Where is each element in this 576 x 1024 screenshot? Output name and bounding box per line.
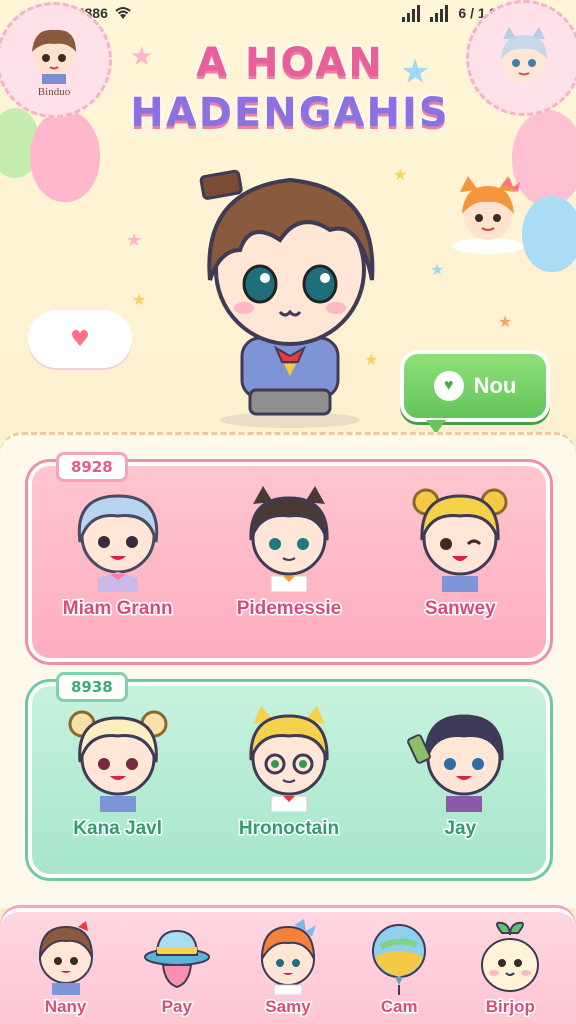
wifi-icon	[114, 6, 132, 20]
nav-item-samy[interactable]: Samy	[238, 919, 338, 1018]
balloon-decoration	[522, 196, 576, 272]
hero-boy-illustration	[199, 169, 375, 428]
member-name: Kana Javl	[72, 817, 164, 841]
fox-girl-avatar-icon	[452, 176, 524, 254]
star-icon: ★	[498, 312, 513, 331]
heart-icon: ♥	[70, 326, 90, 352]
group-tag: 8938	[56, 672, 128, 702]
group-card-mint: 8938 Kana Javl Hronoctain Jay	[28, 672, 550, 878]
nav-item-birjop[interactable]: Birjop	[460, 919, 560, 1018]
group-card-pink: 8928 Miam Grann Pidemessie Sanwey	[28, 452, 550, 662]
boy-avatar-icon	[32, 29, 76, 84]
member-row: Kana Javl Hronoctain Jay	[32, 702, 546, 841]
app-title: A HOAN HADENGAHIS	[120, 39, 460, 137]
balloon-decoration	[30, 110, 100, 202]
member-row: Miam Grann Pidemessie Sanwey	[32, 482, 546, 621]
star-icon: ★	[132, 290, 147, 309]
nav-label: Nany	[43, 996, 88, 1018]
girl-avatar-icon	[260, 919, 316, 995]
bottom-nav: Nany Pay Samy Cam Birjop	[0, 908, 576, 1024]
profile-avatar-left[interactable]: Binduo	[0, 2, 112, 118]
star-icon: ★	[126, 230, 143, 251]
profile-avatar-right[interactable]	[466, 0, 576, 116]
nav-label: Cam	[379, 996, 419, 1018]
sprout-creature-icon	[481, 921, 540, 992]
nav-label: Birjop	[484, 996, 536, 1018]
cat-boy-avatar-icon	[249, 486, 329, 592]
group-tag: 8928	[56, 452, 128, 482]
bear-ear-boy-avatar-icon	[412, 488, 508, 592]
member-card[interactable]: Kana Javl	[38, 702, 198, 841]
nav-item-nany[interactable]: Nany	[16, 919, 116, 1018]
balloon-icon	[372, 924, 427, 995]
hat-icon	[143, 929, 210, 989]
nav-item-pay[interactable]: Pay	[127, 919, 227, 1018]
blonde-bear-girl-avatar-icon	[68, 710, 168, 812]
title-line-2: HADENGAHIS	[129, 89, 450, 137]
glasses-cat-boy-avatar-icon	[249, 706, 329, 812]
now-button[interactable]: ♥ Nou	[400, 350, 550, 434]
nav-label: Pay	[160, 996, 193, 1018]
now-button-label: Nou	[473, 373, 517, 398]
member-name: Miam Grann	[61, 597, 174, 621]
title-line-1: A HOAN	[195, 39, 384, 87]
nav-item-cam[interactable]: Cam	[349, 919, 449, 1018]
heart-shield-icon: ♥	[433, 371, 464, 401]
hero-character[interactable]	[180, 150, 400, 430]
member-card[interactable]: Sanwey	[380, 482, 540, 621]
nav-label: Samy	[264, 996, 312, 1018]
signal-icon	[402, 4, 421, 22]
member-name: Pidemessie	[235, 597, 343, 621]
member-card[interactable]: Hronoctain	[209, 702, 369, 841]
member-name: Jay	[443, 817, 478, 841]
member-name: Sanwey	[423, 597, 497, 621]
member-card[interactable]: Pidemessie	[209, 482, 369, 621]
blue-hair-girl-avatar-icon	[77, 494, 158, 592]
floating-avatar[interactable]	[446, 172, 530, 256]
star-icon: ★	[430, 260, 445, 279]
dark-hair-boy-avatar-icon	[407, 714, 504, 812]
signal-icon-2	[430, 4, 449, 22]
boy-avatar-icon	[38, 921, 93, 995]
heart-cloud-decoration: ♥	[28, 310, 132, 368]
member-card[interactable]: Jay	[380, 702, 540, 841]
member-card[interactable]: Miam Grann	[38, 482, 198, 621]
cat-girl-avatar-icon	[501, 27, 547, 83]
member-name: Hronoctain	[237, 817, 340, 841]
profile-name: Binduo	[37, 86, 71, 98]
